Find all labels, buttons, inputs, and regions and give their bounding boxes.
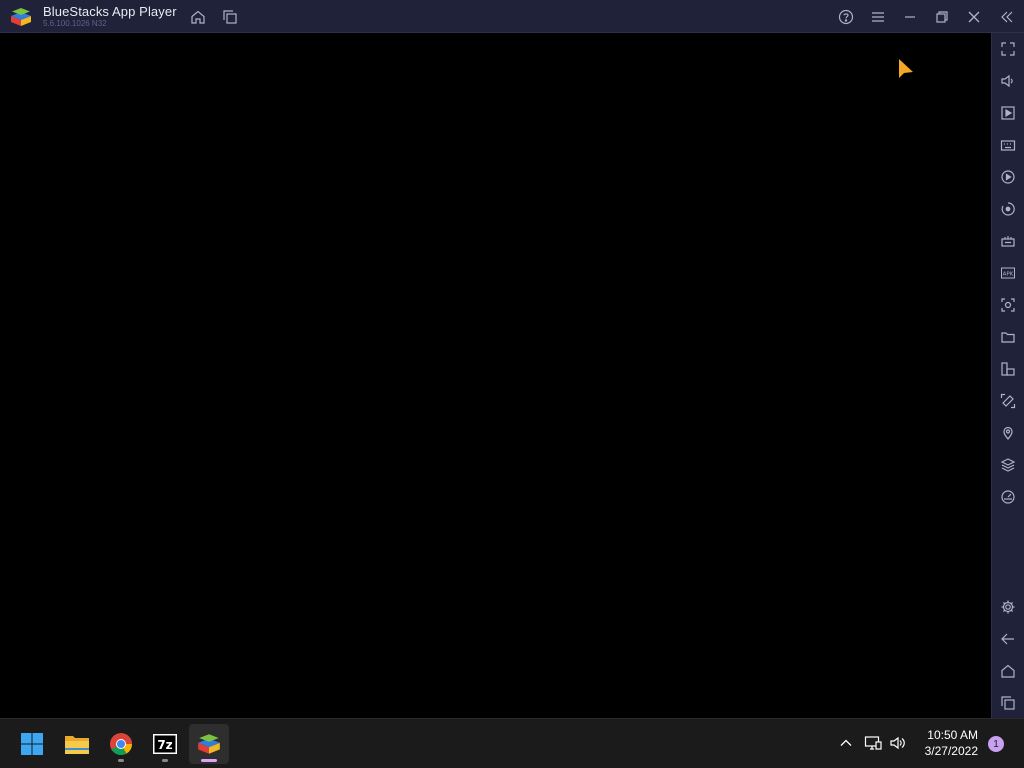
media-manager-icon	[1001, 106, 1015, 120]
macro-play-icon	[1001, 202, 1015, 216]
7zip-icon: 7z	[153, 734, 177, 754]
keyboard-button[interactable]	[992, 131, 1024, 159]
app-title: BlueStacks App Player	[43, 4, 177, 19]
collapse-sidebar-icon	[1001, 11, 1013, 22]
macro-play-button[interactable]	[992, 195, 1024, 223]
file-explorer-icon	[65, 736, 89, 754]
restore-icon	[936, 10, 948, 23]
macro-record-icon	[1001, 170, 1015, 184]
folder-button[interactable]	[992, 323, 1024, 351]
right-sidebar: APK	[991, 33, 1024, 718]
game-controls-icon	[1001, 236, 1015, 247]
chrome-icon	[110, 733, 133, 755]
volume-button[interactable]	[992, 67, 1024, 95]
minimize-button[interactable]	[894, 0, 926, 33]
apk-install-button[interactable]: APK	[992, 259, 1024, 287]
network-button[interactable]	[861, 731, 885, 755]
back-icon	[1001, 633, 1014, 645]
screenshot-button[interactable]	[992, 291, 1024, 319]
active-indicator	[201, 759, 217, 762]
windows-taskbar: 7z 10:50 AM 3/27/2022 1	[0, 718, 1024, 768]
file-explorer-taskbar-button[interactable]	[57, 724, 97, 764]
apk-install-icon: APK	[1001, 267, 1015, 279]
close-icon	[968, 11, 980, 22]
settings-icon	[1001, 600, 1015, 614]
menu-button[interactable]	[862, 0, 894, 33]
multi-instance-manager-icon	[1001, 362, 1015, 376]
running-indicator	[162, 759, 168, 762]
rotate-button[interactable]	[992, 387, 1024, 415]
recent-apps-button[interactable]	[992, 689, 1024, 717]
chrome-taskbar-button[interactable]	[101, 724, 141, 764]
start-icon	[21, 733, 43, 755]
media-manager-button[interactable]	[992, 99, 1024, 127]
speaker-icon	[890, 736, 905, 750]
menu-icon	[872, 11, 884, 22]
screenshot-icon	[1001, 298, 1015, 312]
help-button[interactable]	[830, 0, 862, 33]
back-button[interactable]	[992, 625, 1024, 653]
chevron-up-icon	[840, 739, 852, 746]
volume-tray-button[interactable]	[886, 731, 910, 755]
minimize-icon	[905, 15, 915, 18]
macro-record-button[interactable]	[992, 163, 1024, 191]
clock-date: 3/27/2022	[924, 744, 978, 758]
location-button[interactable]	[992, 419, 1024, 447]
rotate-icon	[1000, 393, 1016, 409]
bluestacks-logo-icon	[11, 8, 31, 26]
multi-instance-icon	[223, 9, 237, 24]
home-icon	[191, 10, 205, 24]
7zip-taskbar-button[interactable]: 7z	[145, 724, 185, 764]
fullscreen-button[interactable]	[992, 35, 1024, 63]
network-icon	[864, 736, 882, 750]
location-icon	[1003, 426, 1013, 440]
collapse-sidebar-button[interactable]	[991, 0, 1023, 33]
performance-icon	[1001, 490, 1015, 504]
settings-button[interactable]	[992, 593, 1024, 621]
svg-text:7z: 7z	[157, 738, 172, 752]
folder-icon	[1001, 332, 1015, 343]
help-icon	[838, 9, 854, 24]
fullscreen-icon	[1001, 42, 1015, 56]
android-home-icon	[1001, 664, 1015, 678]
clock-time: 10:50 AM	[927, 728, 978, 742]
restore-button[interactable]	[926, 0, 958, 33]
game-controls-button[interactable]	[992, 227, 1024, 255]
mouse-cursor-icon	[899, 59, 913, 78]
running-indicator	[118, 759, 124, 762]
keyboard-icon	[1000, 140, 1016, 151]
layers-button[interactable]	[992, 451, 1024, 479]
close-button[interactable]	[958, 0, 990, 33]
bluestacks-icon	[198, 734, 220, 754]
recent-apps-icon	[1001, 696, 1015, 710]
start-button[interactable]	[12, 724, 52, 764]
notification-badge[interactable]: 1	[988, 736, 1004, 752]
volume-icon	[1001, 74, 1013, 88]
svg-text:APK: APK	[1003, 272, 1014, 278]
app-version: 5.6.100.1026 N32	[43, 19, 107, 28]
show-hidden-icons-button[interactable]	[834, 731, 858, 755]
bluestacks-taskbar-button[interactable]	[189, 724, 229, 764]
android-home-button[interactable]	[992, 657, 1024, 685]
title-bar: BlueStacks App Player 5.6.100.1026 N32	[0, 0, 1024, 33]
layers-icon	[1000, 458, 1016, 472]
home-button[interactable]	[182, 0, 214, 33]
clock[interactable]: 10:50 AM 3/27/2022	[912, 727, 978, 759]
android-screen[interactable]	[1, 33, 991, 718]
multi-instance-button[interactable]	[214, 0, 246, 33]
performance-button[interactable]	[992, 483, 1024, 511]
multi-instance-manager-button[interactable]	[992, 355, 1024, 383]
